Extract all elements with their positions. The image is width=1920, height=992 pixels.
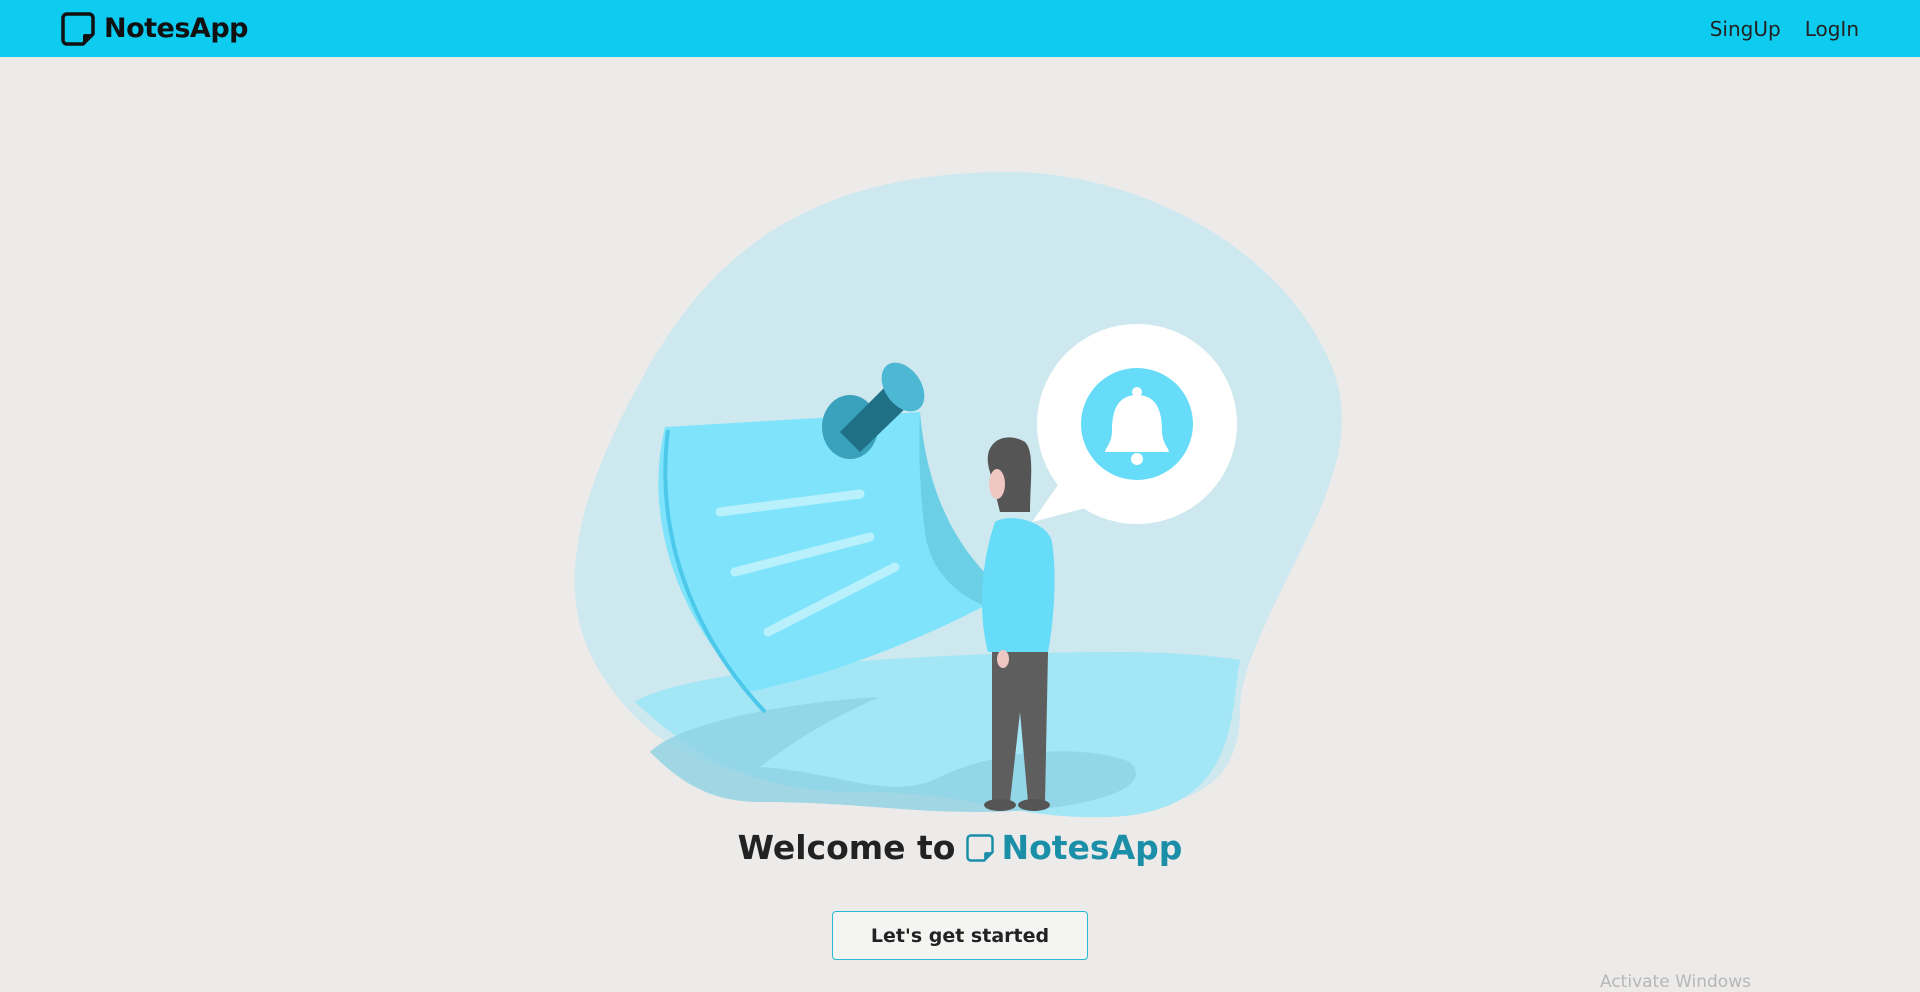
hero-illustration	[574, 172, 1342, 818]
hero-section	[0, 57, 1920, 818]
nav-links: SingUp LogIn	[1710, 17, 1860, 41]
activate-windows-watermark: Activate Windows	[1600, 972, 1751, 992]
note-icon	[966, 833, 995, 862]
brand-name: NotesApp	[104, 13, 249, 44]
navbar: NotesApp SingUp LogIn	[0, 0, 1920, 57]
welcome-brand: NotesApp	[965, 828, 1182, 867]
welcome-prefix: Welcome to	[737, 828, 956, 867]
brand-link[interactable]: NotesApp	[60, 11, 249, 47]
get-started-button[interactable]: Let's get started	[832, 911, 1088, 960]
signup-link[interactable]: SingUp	[1710, 17, 1781, 41]
welcome-heading: Welcome to NotesApp	[0, 828, 1920, 867]
login-link[interactable]: LogIn	[1805, 17, 1859, 41]
welcome-brand-name: NotesApp	[1001, 828, 1183, 867]
note-icon	[61, 11, 95, 46]
